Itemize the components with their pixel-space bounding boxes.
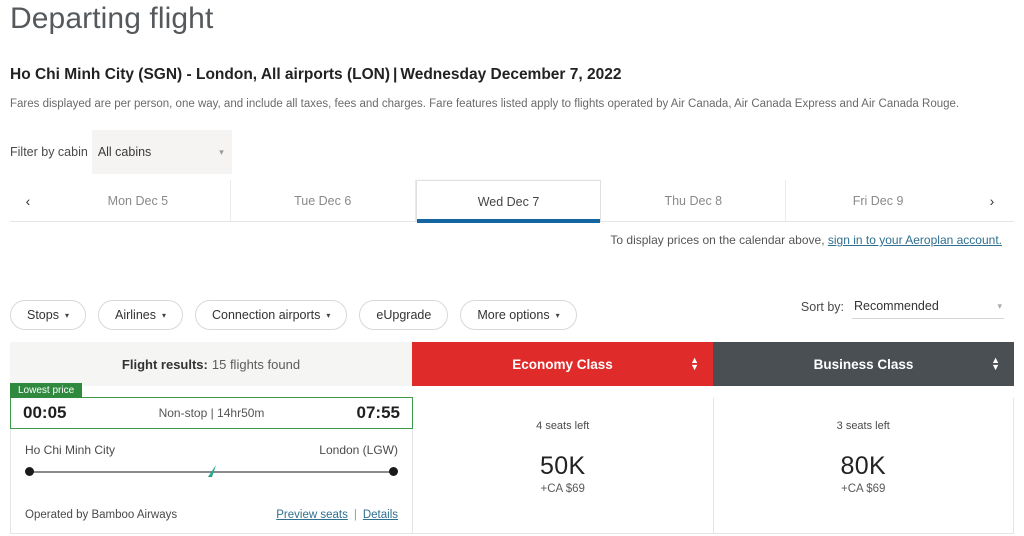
flight-card-footer: Operated by Bamboo Airways Preview seats… [11, 509, 412, 521]
preview-seats-link[interactable]: Preview seats [276, 509, 348, 521]
filter-airlines-label: Airlines [114, 308, 156, 322]
date-calendar: ‹ Mon Dec 5 Tue Dec 6 Wed Dec 7 Thu Dec … [10, 180, 1014, 223]
chevron-down-icon: ▾ [219, 146, 224, 157]
sort-by-value: Recommended [854, 299, 939, 313]
economy-fare-cell[interactable]: 4 seats left 50K +CA $69 [413, 398, 714, 534]
stops-and-duration: Non-stop | 14hr50m [158, 406, 265, 420]
filter-eupgrade-button[interactable]: eUpgrade [359, 300, 449, 330]
cabin-filter-select[interactable]: All cabins ▾ [91, 130, 232, 174]
route-summary: Ho Chi Minh City (SGN) - London, All air… [10, 66, 621, 84]
destination-city-label: London (LGW) [319, 443, 398, 457]
signin-prompt: To display prices on the calendar above,… [610, 233, 1002, 247]
chevron-down-icon: ▾ [326, 310, 331, 320]
chevron-down-icon: ▾ [161, 310, 166, 320]
departing-flight-page: Departing flight Ho Chi Minh City (SGN) … [0, 0, 1024, 536]
business-fare-cash: +CA $69 [841, 483, 886, 495]
route-separator: | [393, 66, 398, 83]
signin-prompt-text: To display prices on the calendar above, [610, 233, 828, 247]
economy-fare-cash: +CA $69 [540, 483, 585, 495]
cabin-filter-row: Filter by cabin All cabins ▾ [10, 130, 232, 174]
flight-results-count: Flight results: 15 flights found [10, 342, 412, 386]
sort-by-control: Sort by: Recommended ▾ [801, 299, 1004, 319]
sort-down-icon: ▼ [690, 362, 699, 372]
lowest-price-badge: Lowest price [10, 383, 83, 398]
cabin-filter-value: All cabins [97, 145, 152, 159]
chevron-down-icon: ▾ [64, 310, 69, 320]
airline-logo-icon [207, 465, 216, 477]
business-class-label: Business Class [813, 356, 914, 372]
flight-details-cell: Lowest price 00:05 Non-stop | 14hr50m 07… [10, 383, 413, 534]
business-fare-cell[interactable]: 3 seats left 80K +CA $69 [713, 398, 1014, 534]
results-header-bar: Flight results: 15 flights found Economy… [10, 342, 1014, 386]
link-divider: | [353, 509, 357, 521]
origin-dot-icon [25, 467, 34, 476]
cabin-filter-label: Filter by cabin [10, 145, 88, 159]
arrival-time: 07:55 [356, 403, 400, 422]
sort-by-label: Sort by: [800, 300, 844, 314]
chevron-down-icon: ▾ [555, 310, 560, 320]
flight-card-links: Preview seats | Details [276, 509, 398, 521]
economy-class-label: Economy Class [512, 356, 613, 372]
operated-by-label: Operated by Bamboo Airways [25, 509, 178, 521]
date-tab-tue-dec-6[interactable]: Tue Dec 6 [230, 180, 416, 222]
route-track [25, 463, 398, 483]
details-link[interactable]: Details [363, 509, 398, 521]
filter-connection-airports-label: Connection airports [212, 308, 321, 322]
departure-time: 00:05 [23, 403, 67, 422]
origin-city-label: Ho Chi Minh City [25, 443, 116, 457]
business-seats-left: 3 seats left [836, 420, 890, 432]
calendar-prev-button[interactable]: ‹ [10, 180, 46, 222]
date-tab-mon-dec-5[interactable]: Mon Dec 5 [46, 180, 231, 222]
flight-results-label: Flight results: [121, 356, 208, 372]
route-cities: Ho Chi Minh City (SGN) - London, All air… [10, 66, 390, 83]
filter-pill-row: Stops ▾ Airlines ▾ Connection airports ▾… [10, 300, 577, 330]
route-endpoint-labels: Ho Chi Minh City London (LGW) [25, 443, 398, 457]
route-visual: Ho Chi Minh City London (LGW) [11, 429, 412, 483]
destination-dot-icon [389, 467, 398, 476]
filter-more-options-label: More options [477, 308, 550, 322]
business-class-header[interactable]: Business Class ▲ ▼ [713, 342, 1014, 386]
date-tab-fri-dec-9[interactable]: Fri Dec 9 [786, 180, 970, 222]
aeroplan-signin-link[interactable]: sign in to your Aeroplan account. [828, 233, 1002, 247]
economy-class-header[interactable]: Economy Class ▲ ▼ [412, 342, 713, 386]
calendar-next-button[interactable]: › [970, 180, 1014, 222]
flight-time-strip: 00:05 Non-stop | 14hr50m 07:55 [10, 397, 413, 429]
economy-fare-points: 50K [540, 452, 586, 480]
page-title: Departing flight [10, 2, 214, 35]
sort-arrows-icon[interactable]: ▲ ▼ [991, 355, 1000, 372]
filter-stops-label: Stops [27, 308, 59, 322]
date-tab-thu-dec-8[interactable]: Thu Dec 8 [601, 180, 787, 222]
chevron-down-icon: ▾ [997, 300, 1002, 311]
sort-by-select[interactable]: Recommended ▾ [852, 299, 1004, 319]
filter-more-options-button[interactable]: More options ▾ [460, 300, 577, 330]
sort-down-icon: ▼ [991, 362, 1000, 372]
filter-airlines-button[interactable]: Airlines ▾ [97, 300, 183, 330]
sort-arrows-icon[interactable]: ▲ ▼ [690, 355, 699, 372]
flight-result-row: Lowest price 00:05 Non-stop | 14hr50m 07… [10, 383, 1014, 534]
filter-connection-airports-button[interactable]: Connection airports ▾ [195, 300, 348, 330]
flight-results-value: 15 flights found [211, 356, 301, 372]
fares-disclaimer: Fares displayed are per person, one way,… [10, 98, 960, 110]
route-date: Wednesday December 7, 2022 [400, 66, 622, 83]
filter-stops-button[interactable]: Stops ▾ [10, 300, 86, 330]
date-tabs: Mon Dec 5 Tue Dec 6 Wed Dec 7 Thu Dec 8 … [46, 180, 970, 223]
filter-eupgrade-label: eUpgrade [376, 308, 432, 322]
business-fare-points: 80K [840, 452, 886, 480]
date-tab-wed-dec-7[interactable]: Wed Dec 7 [415, 180, 602, 223]
economy-seats-left: 4 seats left [536, 420, 590, 432]
